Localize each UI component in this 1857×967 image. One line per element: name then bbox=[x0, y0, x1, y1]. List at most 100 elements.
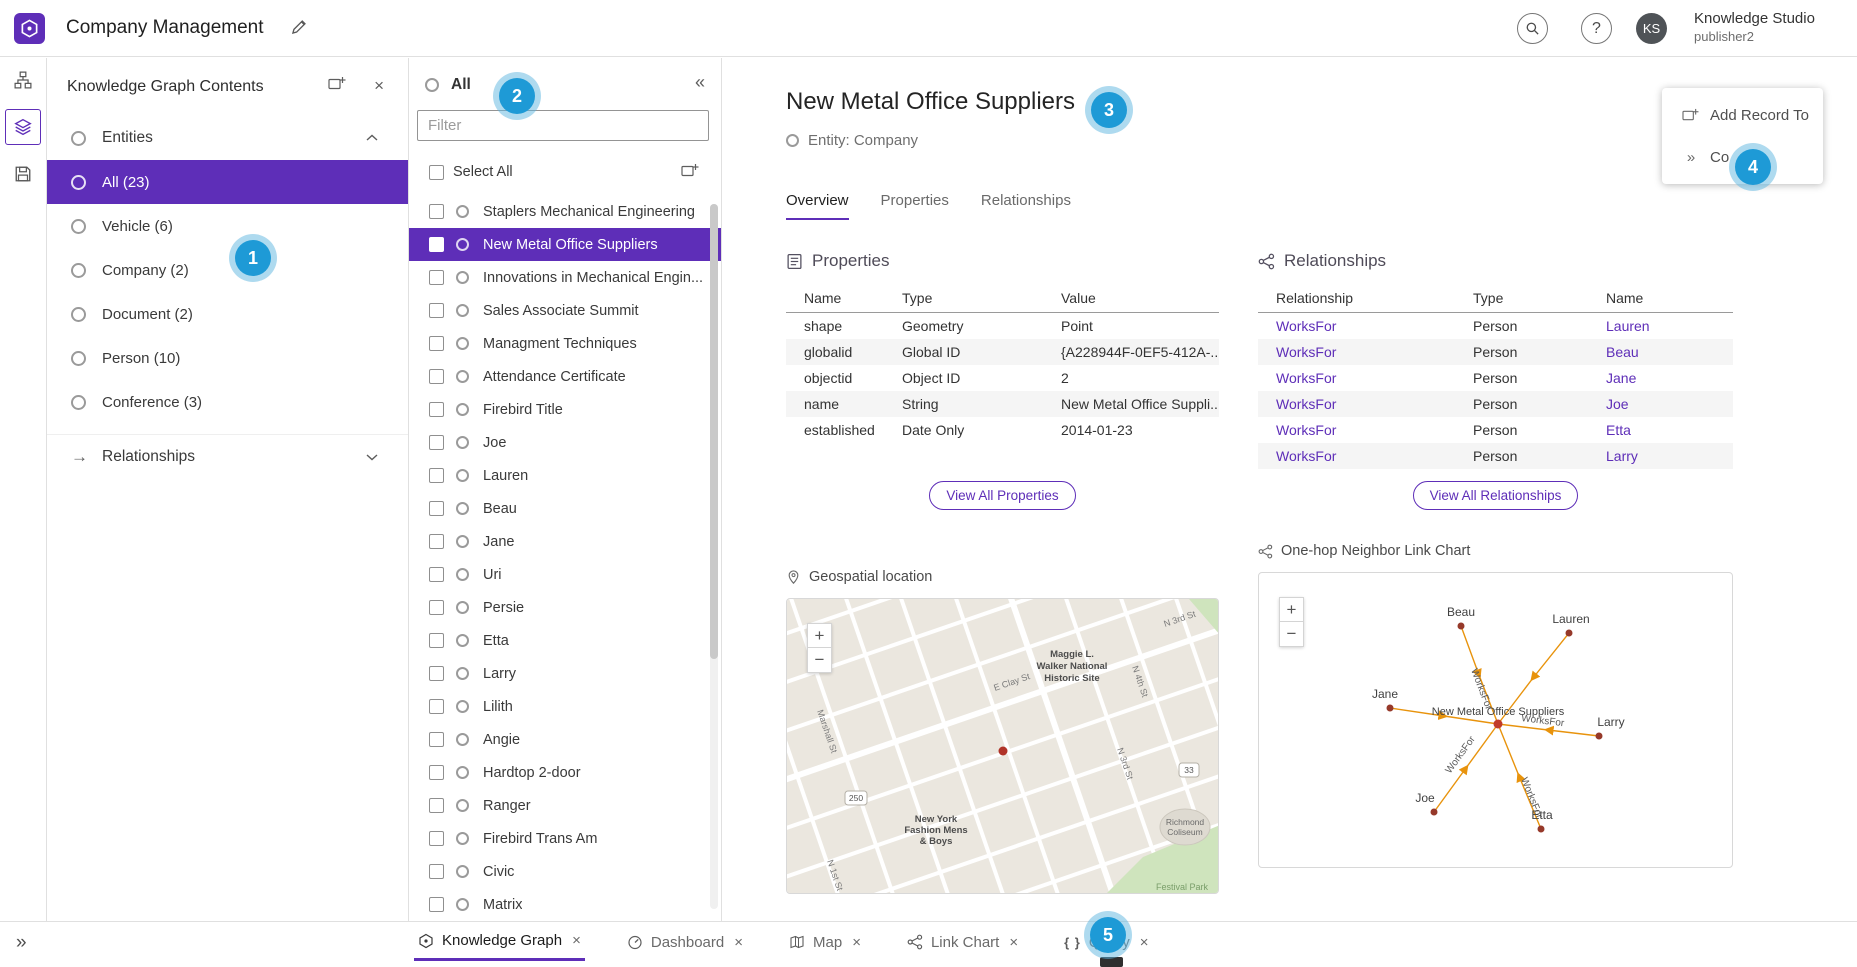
relationship-link[interactable]: WorksFor bbox=[1258, 448, 1455, 464]
relationships-section-header[interactable]: → Relationships bbox=[47, 434, 408, 478]
list-item[interactable]: Firebird Trans Am bbox=[409, 822, 721, 855]
list-item[interactable]: Uri bbox=[409, 558, 721, 591]
entity-link[interactable]: Lauren bbox=[1588, 318, 1733, 334]
node-joe[interactable] bbox=[1431, 809, 1438, 816]
entity-link[interactable]: Beau bbox=[1588, 344, 1733, 360]
item-checkbox[interactable] bbox=[429, 402, 444, 417]
avatar[interactable]: KS bbox=[1636, 13, 1667, 44]
scrollbar-thumb[interactable] bbox=[710, 204, 718, 659]
bottom-tab-map[interactable]: Map × bbox=[785, 923, 865, 961]
list-item[interactable]: Innovations in Mechanical Engin... bbox=[409, 261, 721, 294]
entities-section-header[interactable]: Entities bbox=[47, 116, 408, 160]
item-checkbox[interactable] bbox=[429, 501, 444, 516]
list-item[interactable]: Etta bbox=[409, 624, 721, 657]
list-item[interactable]: Joe bbox=[409, 426, 721, 459]
item-checkbox[interactable] bbox=[429, 732, 444, 747]
save-icon[interactable] bbox=[5, 156, 41, 192]
list-item[interactable]: Staplers Mechanical Engineering bbox=[409, 195, 721, 228]
item-checkbox[interactable] bbox=[429, 204, 444, 219]
item-checkbox[interactable] bbox=[429, 666, 444, 681]
add-record-icon[interactable] bbox=[681, 163, 699, 179]
bottom-tab-dashboard[interactable]: Dashboard × bbox=[623, 923, 747, 961]
item-checkbox[interactable] bbox=[429, 270, 444, 285]
node-larry[interactable] bbox=[1596, 733, 1603, 740]
item-checkbox[interactable] bbox=[429, 567, 444, 582]
close-tab-icon[interactable]: × bbox=[852, 934, 861, 951]
sidebar-item-conference[interactable]: Conference (3) bbox=[47, 380, 408, 424]
entity-link[interactable]: Jane bbox=[1588, 370, 1733, 386]
list-item[interactable]: Sales Associate Summit bbox=[409, 294, 721, 327]
item-checkbox[interactable] bbox=[429, 468, 444, 483]
close-tab-icon[interactable]: × bbox=[1009, 934, 1018, 951]
tab-properties[interactable]: Properties bbox=[881, 192, 949, 220]
list-item[interactable]: Managment Techniques bbox=[409, 327, 721, 360]
collapse-panel-icon[interactable]: « bbox=[695, 72, 705, 93]
node-lauren[interactable] bbox=[1566, 630, 1573, 637]
zoom-in-button[interactable]: + bbox=[807, 623, 832, 648]
close-tab-icon[interactable]: × bbox=[1140, 934, 1149, 951]
add-record-icon[interactable] bbox=[328, 76, 346, 92]
relationship-link[interactable]: WorksFor bbox=[1258, 370, 1455, 386]
entity-link[interactable]: Larry bbox=[1588, 448, 1733, 464]
item-checkbox[interactable] bbox=[429, 237, 444, 252]
zoom-out-button[interactable]: − bbox=[1279, 622, 1304, 647]
item-checkbox[interactable] bbox=[429, 336, 444, 351]
close-tab-icon[interactable]: × bbox=[734, 934, 743, 951]
help-button[interactable]: ? bbox=[1581, 13, 1612, 44]
list-item[interactable]: Attendance Certificate bbox=[409, 360, 721, 393]
close-icon[interactable]: × bbox=[374, 76, 384, 96]
list-item[interactable]: Lauren bbox=[409, 459, 721, 492]
list-item-selected[interactable]: New Metal Office Suppliers bbox=[409, 228, 721, 261]
item-checkbox[interactable] bbox=[429, 831, 444, 846]
list-item[interactable]: Beau bbox=[409, 492, 721, 525]
node-jane[interactable] bbox=[1387, 705, 1394, 712]
bottom-tab-knowledge-graph[interactable]: Knowledge Graph × bbox=[414, 923, 585, 961]
entity-link[interactable]: Etta bbox=[1588, 422, 1733, 438]
view-all-relationships-button[interactable]: View All Relationships bbox=[1413, 481, 1579, 510]
list-item[interactable]: Larry bbox=[409, 657, 721, 690]
scrollbar-track[interactable] bbox=[710, 204, 718, 909]
item-checkbox[interactable] bbox=[429, 699, 444, 714]
sidebar-item-company[interactable]: Company (2) bbox=[47, 248, 408, 292]
relationship-link[interactable]: WorksFor bbox=[1258, 344, 1455, 360]
list-item[interactable]: Jane bbox=[409, 525, 721, 558]
zoom-in-button[interactable]: + bbox=[1279, 597, 1304, 622]
zoom-out-button[interactable]: − bbox=[807, 648, 832, 673]
relationship-link[interactable]: WorksFor bbox=[1258, 422, 1455, 438]
link-chart-widget[interactable]: + − WorksFor bbox=[1258, 572, 1733, 868]
tab-overview[interactable]: Overview bbox=[786, 192, 849, 220]
entity-link[interactable]: Joe bbox=[1588, 396, 1733, 412]
item-checkbox[interactable] bbox=[429, 534, 444, 549]
list-item[interactable]: Ranger bbox=[409, 789, 721, 822]
expand-rail-icon[interactable]: » bbox=[16, 932, 27, 954]
map-canvas[interactable]: N 3rd St N 4th St E Clay St Marshall St … bbox=[787, 599, 1219, 894]
list-item[interactable]: Matrix bbox=[409, 888, 721, 921]
map-marker[interactable] bbox=[999, 747, 1008, 756]
select-all-checkbox[interactable] bbox=[429, 165, 444, 180]
item-checkbox[interactable] bbox=[429, 798, 444, 813]
bottom-tab-link-chart[interactable]: Link Chart × bbox=[903, 923, 1022, 961]
sidebar-item-person[interactable]: Person (10) bbox=[47, 336, 408, 380]
relationship-link[interactable]: WorksFor bbox=[1258, 396, 1455, 412]
list-item[interactable]: Firebird Title bbox=[409, 393, 721, 426]
list-item[interactable]: Angie bbox=[409, 723, 721, 756]
item-checkbox[interactable] bbox=[429, 369, 444, 384]
list-item[interactable]: Hardtop 2-door bbox=[409, 756, 721, 789]
node-center[interactable] bbox=[1494, 720, 1503, 729]
view-all-properties-button[interactable]: View All Properties bbox=[929, 481, 1075, 510]
node-etta[interactable] bbox=[1538, 826, 1545, 833]
app-logo-icon[interactable] bbox=[14, 13, 45, 44]
sidebar-item-document[interactable]: Document (2) bbox=[47, 292, 408, 336]
item-checkbox[interactable] bbox=[429, 897, 444, 912]
menu-item-add-record-to[interactable]: Add Record To bbox=[1662, 94, 1823, 136]
link-chart-canvas[interactable]: WorksFor WorksFor WorksFor WorksFor Beau bbox=[1259, 573, 1732, 867]
item-checkbox[interactable] bbox=[429, 600, 444, 615]
list-item[interactable]: Persie bbox=[409, 591, 721, 624]
hierarchy-icon[interactable] bbox=[5, 62, 41, 98]
sidebar-item-vehicle[interactable]: Vehicle (6) bbox=[47, 204, 408, 248]
list-item[interactable]: Lilith bbox=[409, 690, 721, 723]
item-checkbox[interactable] bbox=[429, 633, 444, 648]
list-item[interactable]: Civic bbox=[409, 855, 721, 888]
item-checkbox[interactable] bbox=[429, 765, 444, 780]
layers-icon[interactable] bbox=[5, 109, 41, 145]
